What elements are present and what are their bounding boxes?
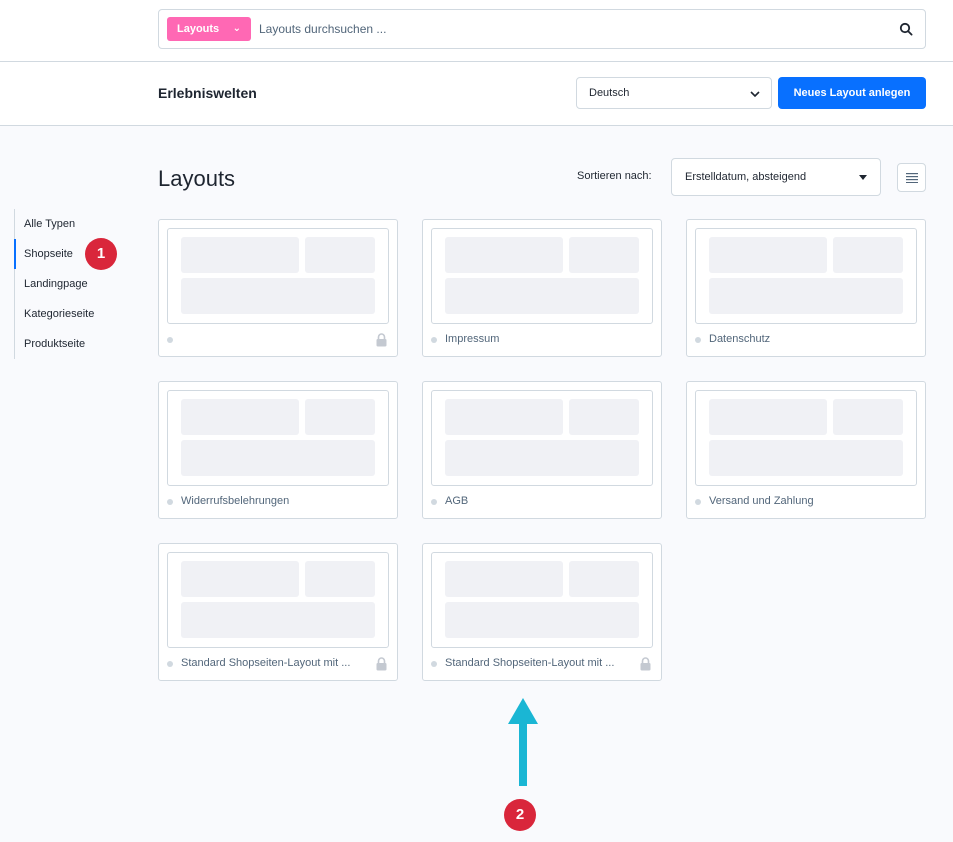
chevron-down-icon: ⌄ [232,23,241,34]
new-layout-button[interactable]: Neues Layout anlegen [778,77,926,109]
status-dot [695,337,701,343]
status-dot [167,661,173,667]
status-dot [695,499,701,505]
layout-name: Datenschutz [709,333,771,345]
layouts-heading: Layouts [158,166,236,191]
sidebar-item-landingpage[interactable]: Landingpage [15,269,134,299]
top-bar: Layouts ⌄ [0,0,953,62]
status-dot [431,661,437,667]
layout-type-sidebar: Alle Typen Shopseite Landingpage Kategor… [14,209,134,359]
lock-icon [640,657,651,671]
layout-preview [431,552,653,648]
language-value: Deutsch [589,87,630,99]
list-icon [906,173,918,183]
annotation-arrow-up-icon [508,698,538,786]
sidebar-item-produktseite[interactable]: Produktseite [15,329,134,359]
page-title: Erlebniswelten [158,85,257,101]
lock-icon [376,333,387,347]
sort-select[interactable]: Erstelldatum, absteigend [671,158,881,196]
search-type-dropdown[interactable]: Layouts ⌄ [167,17,251,41]
layout-name: Impressum [445,333,500,345]
layout-name: Versand und Zahlung [709,495,814,507]
layout-preview [167,552,389,648]
search-type-label: Layouts [177,23,220,35]
layout-card[interactable]: Standard Shopseiten-Layout mit ... [158,543,398,681]
status-dot [167,337,173,343]
page-header: Erlebniswelten Deutsch Neues Layout anle… [0,62,953,126]
sort-label: Sortieren nach: [577,170,652,182]
layout-card[interactable]: Widerrufsbelehrungen [158,381,398,519]
sidebar-item-kategorieseite[interactable]: Kategorieseite [15,299,134,329]
status-dot [431,337,437,343]
layout-name: Widerrufsbelehrungen [181,495,290,507]
layout-preview [167,390,389,486]
layout-preview [431,228,653,324]
layout-card[interactable]: Datenschutz [686,219,926,357]
layout-preview [695,390,917,486]
layout-card[interactable]: Standard Shopseiten-Layout mit ... [422,543,662,681]
search-bar: Layouts ⌄ [158,9,926,49]
status-dot [431,499,437,505]
layout-name: Standard Shopseiten-Layout mit ... [445,657,615,669]
search-input[interactable] [259,16,879,42]
search-icon[interactable] [899,22,913,36]
status-dot [167,499,173,505]
layout-card[interactable]: Impressum [422,219,662,357]
list-view-toggle[interactable] [897,163,926,192]
layout-card[interactable] [158,219,398,357]
sort-value: Erstelldatum, absteigend [685,171,807,183]
layout-preview [695,228,917,324]
layout-preview [167,228,389,324]
annotation-marker-1: 1 [85,238,117,270]
chevron-down-icon [750,91,760,98]
layout-preview [431,390,653,486]
layout-name: Standard Shopseiten-Layout mit ... [181,657,351,669]
lock-icon [376,657,387,671]
layout-name: AGB [445,495,469,507]
sidebar-item-all-types[interactable]: Alle Typen [15,209,134,239]
language-select[interactable]: Deutsch [576,77,772,109]
annotation-marker-2: 2 [504,799,536,831]
layout-card[interactable]: AGB [422,381,662,519]
layout-card[interactable]: Versand und Zahlung [686,381,926,519]
chevron-down-icon [859,175,867,180]
